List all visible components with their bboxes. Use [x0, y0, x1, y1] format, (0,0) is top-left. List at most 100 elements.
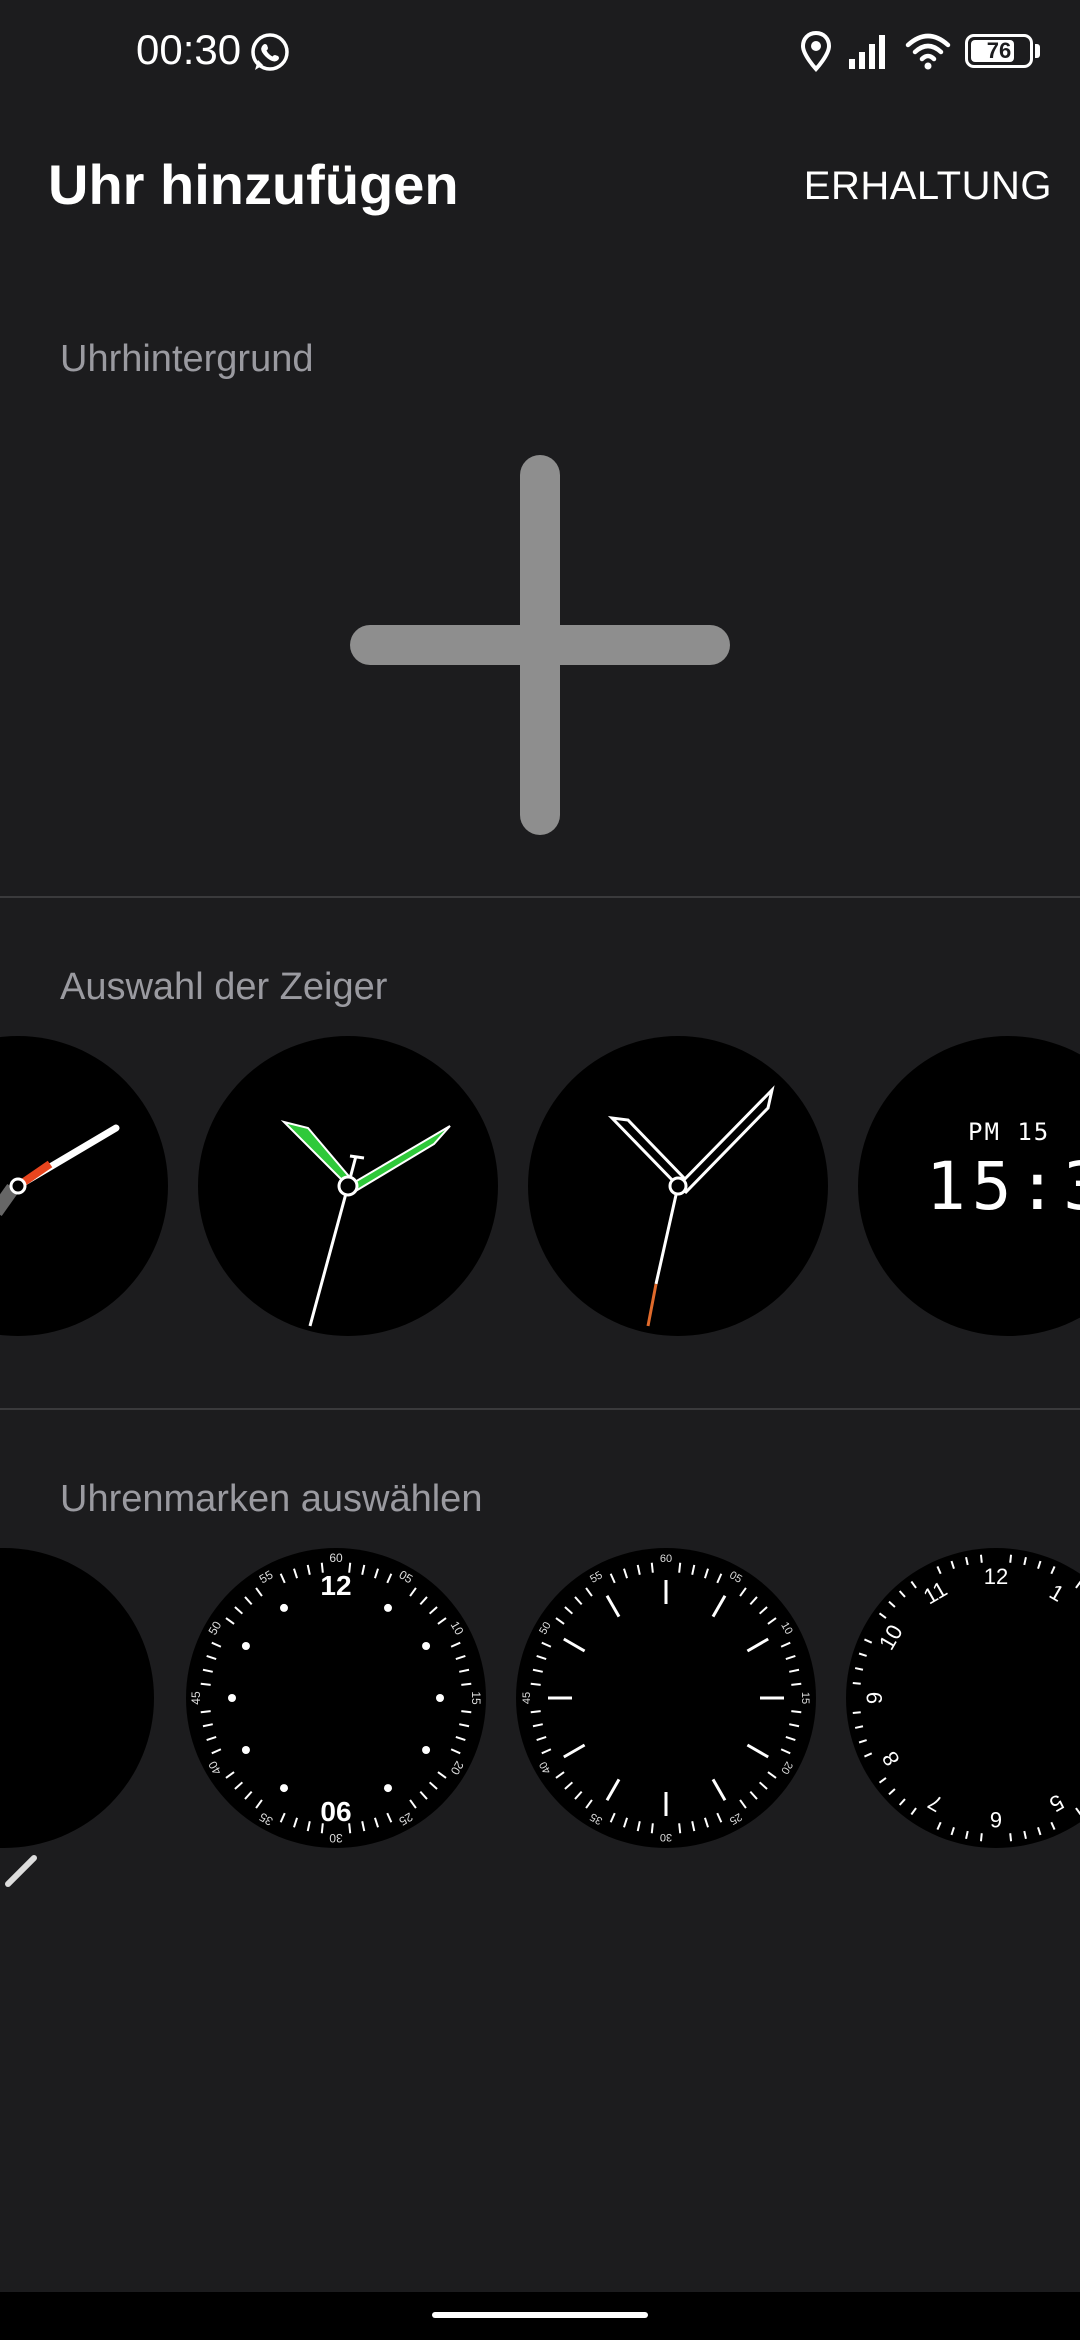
- minute-tick: [758, 1606, 768, 1615]
- minute-tick: [888, 1788, 896, 1796]
- minute-tick: [703, 1568, 709, 1579]
- wifi-icon: [905, 33, 951, 70]
- minute-tick: [609, 1812, 616, 1823]
- minute-tick: [450, 1748, 461, 1755]
- minute-tick: [691, 1564, 696, 1575]
- minute-tick: [225, 1617, 235, 1625]
- battery-icon: 76: [965, 34, 1033, 68]
- markers-carousel[interactable]: 60 05 10 15 20 25 30 35 40 45 50 55 12 06 60 05 10 15 2…: [0, 1548, 1080, 1888]
- minute-tick: [979, 1554, 983, 1563]
- minute-tick: [780, 1641, 791, 1648]
- minute-tick: [564, 1606, 574, 1615]
- hands-option-digital[interactable]: PM 15 15:38: [858, 1036, 1080, 1336]
- minute-tick: [450, 1641, 461, 1648]
- header: Uhr hinzufügen ERHALTUNG: [0, 100, 1080, 270]
- minute-label: 10: [778, 1620, 795, 1637]
- hour-dot: [436, 1694, 444, 1702]
- battery-tip: [1035, 44, 1040, 58]
- minute-label: 60: [329, 1551, 343, 1565]
- hour-dot: [280, 1603, 288, 1612]
- minute-label: 10: [448, 1619, 467, 1638]
- marker-option-hours[interactable]: 121234567891011: [846, 1548, 1080, 1848]
- hour-dot: [228, 1694, 236, 1702]
- minute-tick: [1050, 1821, 1056, 1830]
- hour-dot: [422, 1642, 431, 1650]
- minute-tick: [864, 1638, 873, 1644]
- minute-tick: [878, 1612, 887, 1619]
- dial-hour-06: 06: [320, 1796, 352, 1827]
- red-hands-icon: [0, 1124, 120, 1217]
- minute-tick: [555, 1617, 565, 1625]
- minute-tick: [791, 1710, 802, 1714]
- minute-tick: [950, 1827, 955, 1836]
- minute-label: 30: [329, 1831, 343, 1845]
- minute-tick: [428, 1781, 438, 1790]
- hands-option-red[interactable]: [0, 1036, 168, 1336]
- minute-tick: [898, 1798, 906, 1806]
- hour-label: 6: [990, 1807, 1002, 1832]
- hour-bar: [746, 1743, 769, 1759]
- hour-dot: [280, 1784, 288, 1793]
- status-time: 00:30: [136, 26, 242, 73]
- minute-tick: [1075, 1580, 1080, 1589]
- minute-tick: [650, 1562, 654, 1573]
- minute-label: 50: [206, 1619, 225, 1638]
- minute-tick: [739, 1799, 747, 1809]
- minute-label: 20: [448, 1759, 467, 1778]
- minute-tick: [574, 1596, 583, 1606]
- marker-option-none[interactable]: [0, 1548, 154, 1848]
- hands-option-outline[interactable]: [528, 1036, 828, 1336]
- hour-bar: [605, 1778, 621, 1801]
- minute-tick: [785, 1735, 796, 1741]
- minute-tick: [852, 1711, 861, 1715]
- marker-option-numeric[interactable]: 60 05 10 15 20 25 30 35 40 45 50 55 12 06: [186, 1548, 486, 1848]
- add-background-plus-icon[interactable]: [350, 455, 730, 835]
- hour-label: 10: [874, 1620, 908, 1654]
- minute-tick: [898, 1590, 906, 1598]
- minute-tick: [878, 1777, 887, 1784]
- minute-tick: [555, 1771, 565, 1779]
- location-icon: [800, 30, 832, 72]
- minute-tick: [530, 1682, 541, 1686]
- minute-label: 55: [588, 1569, 605, 1586]
- battery-level: 76: [986, 38, 1012, 63]
- whatsapp-icon: [251, 33, 289, 71]
- hour-dot: [241, 1642, 250, 1650]
- hour-bar: [563, 1637, 586, 1653]
- minute-tick: [455, 1735, 466, 1741]
- hands-option-green[interactable]: [198, 1036, 498, 1336]
- minute-tick: [202, 1668, 213, 1673]
- divider: [0, 896, 1080, 898]
- plus-vertical-bar: [520, 455, 560, 835]
- background-section-label: Uhrhintergrund: [60, 338, 314, 380]
- hour-label: 7: [924, 1789, 947, 1817]
- status-bar: 00:30 76: [0, 0, 1080, 100]
- minute-tick: [888, 1600, 896, 1608]
- minute-tick: [650, 1823, 654, 1834]
- minute-tick: [1075, 1807, 1080, 1816]
- marker-option-bars[interactable]: 60 05 10 15 20 25 30 35 40 45 50 55: [516, 1548, 816, 1848]
- minute-tick: [1023, 1830, 1027, 1840]
- minute-tick: [910, 1807, 917, 1816]
- signal-icon: [849, 35, 885, 69]
- maintenance-button[interactable]: ERHALTUNG: [804, 164, 1052, 209]
- hands-carousel[interactable]: PM 15 15:38: [0, 1036, 1080, 1336]
- home-gesture-handle[interactable]: [432, 2312, 648, 2318]
- minute-label: 60: [660, 1553, 672, 1565]
- minute-tick: [936, 1566, 942, 1575]
- edit-pencil-icon[interactable]: [4, 1854, 38, 1888]
- status-icons: 76: [799, 28, 1040, 74]
- minute-tick: [791, 1682, 802, 1686]
- minute-tick: [1037, 1827, 1042, 1836]
- minute-tick: [623, 1817, 629, 1828]
- minute-tick: [716, 1573, 723, 1584]
- minute-tick: [437, 1617, 447, 1625]
- minute-tick: [206, 1655, 217, 1661]
- minute-tick: [1037, 1560, 1042, 1569]
- hour-label: 9: [862, 1692, 887, 1704]
- hour-dot: [384, 1784, 392, 1793]
- hour-label: 1: [1045, 1579, 1068, 1607]
- bars-dial-icon: 60 05 10 15 20 25 30 35 40 45 50 55: [521, 1553, 811, 1843]
- minute-tick: [609, 1573, 616, 1584]
- minute-tick: [530, 1710, 541, 1714]
